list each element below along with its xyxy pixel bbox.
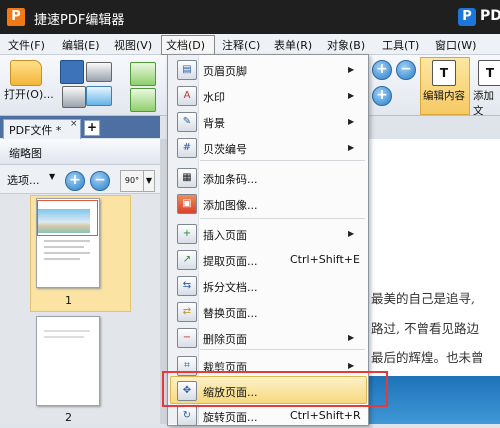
open-folder-icon[interactable] (10, 60, 42, 86)
zoom-out-toolbar-button[interactable]: − (396, 60, 416, 80)
split-document-icon: ⇆ (177, 276, 197, 296)
thumbnail-text-line (44, 246, 84, 248)
menu-window[interactable]: 窗口(W) (435, 37, 476, 53)
rotate-90-button[interactable]: 90° (120, 170, 144, 192)
menu-item-label: 提取页面... (203, 255, 258, 268)
add-image-icon: ▣ (177, 194, 197, 214)
thumbnail-zoom-out-button[interactable]: − (90, 171, 110, 191)
zoom-in-toolbar-button[interactable]: + (372, 60, 392, 80)
menu-tools[interactable]: 工具(T) (382, 37, 419, 53)
menu-item-label: 替换页面... (203, 307, 258, 320)
thumbnail-text-line (44, 240, 90, 242)
page-number-2: 2 (65, 411, 72, 424)
edit-content-label: 编辑内容 (423, 90, 465, 102)
thumbnail-text-line (44, 330, 90, 332)
page-number-1: 1 (65, 294, 72, 307)
watermark-icon: A (177, 86, 197, 106)
brand-text: PDF (480, 8, 500, 24)
menu-separator (200, 218, 365, 219)
document-text-line-1: 最美的自己是追寻, (371, 291, 475, 306)
menu-edit[interactable]: 编辑(E) (62, 37, 100, 53)
replace-page-icon: ⇄ (177, 302, 197, 322)
menu-document[interactable]: 文档(D) (166, 37, 205, 53)
menu-item-label: 删除页面 (203, 333, 247, 346)
menu-item-label: 添加图像... (203, 199, 258, 212)
menu-item-add-image[interactable] (168, 192, 367, 216)
print-icon[interactable] (86, 62, 112, 82)
menu-file[interactable]: 文件(F) (8, 37, 45, 53)
menu-item-label: 水印 (203, 91, 225, 104)
menu-item-insert-page[interactable] (168, 222, 367, 246)
menu-separator (200, 160, 365, 161)
submenu-arrow-icon: ▶ (348, 143, 355, 152)
document-text-line-3: 最后的辉煌。也未曾 (371, 350, 484, 365)
thumbnail-text-line (44, 336, 84, 338)
tab-pdf-file-label[interactable]: PDF文件 * (9, 122, 61, 138)
menu-item-add-barcode[interactable] (168, 166, 367, 190)
rotate-page-icon: ↻ (177, 406, 197, 426)
tab-close-icon[interactable]: × (70, 119, 78, 129)
rotate-chevron-icon[interactable]: ▼ (143, 170, 155, 192)
menu-item-label: 添加条码... (203, 173, 258, 186)
chevron-down-icon[interactable]: ▼ (49, 172, 55, 181)
menu-form[interactable]: 表单(R) (274, 37, 312, 53)
insert-page-icon: + (177, 224, 197, 244)
menu-comment[interactable]: 注释(C) (222, 37, 260, 53)
menu-item-bates-number[interactable] (168, 136, 367, 160)
submenu-arrow-icon: ▶ (348, 361, 355, 370)
submenu-arrow-icon: ▶ (348, 229, 355, 238)
panel-title: 缩略图 (9, 147, 42, 160)
fit-page-button[interactable]: + (372, 86, 392, 106)
menu-item-label: 插入页面 (203, 229, 247, 242)
submenu-arrow-icon: ▶ (348, 333, 355, 342)
menu-item-shortcut: Ctrl+Shift+R (290, 409, 361, 422)
barcode-icon: ▦ (177, 168, 197, 188)
email-icon[interactable] (86, 86, 112, 106)
menu-item-watermark[interactable] (168, 84, 367, 108)
menu-item-background[interactable] (168, 110, 367, 134)
window-title: 捷速PDF编辑器 (34, 13, 125, 28)
forward-icon[interactable] (130, 88, 156, 112)
bates-number-icon: # (177, 138, 197, 158)
menu-item-split-document[interactable] (168, 274, 367, 298)
menu-object[interactable]: 对象(B) (327, 37, 365, 53)
app-logo-icon: P (7, 8, 25, 26)
menu-view[interactable]: 视图(V) (114, 37, 152, 53)
menu-item-label: 拆分文档... (203, 281, 258, 294)
thumbnail-selection-box (37, 200, 98, 236)
submenu-arrow-icon: ▶ (348, 117, 355, 126)
save-icon[interactable] (60, 60, 84, 84)
submenu-arrow-icon: ▶ (348, 91, 355, 100)
submenu-arrow-icon: ▶ (348, 65, 355, 74)
options-dropdown[interactable]: 选项... (7, 172, 40, 188)
annotation-highlight-box (162, 371, 388, 407)
edit-content-icon: T (432, 60, 456, 86)
back-icon[interactable] (130, 62, 156, 86)
extract-page-icon: ↗ (177, 250, 197, 270)
delete-page-icon: − (177, 328, 197, 348)
menu-item-header-footer[interactable] (168, 58, 367, 82)
thumbnail-text-line (44, 252, 90, 254)
thumbnail-zoom-in-button[interactable]: + (65, 171, 85, 191)
document-text-line-2: 路过, 不曾看见路边 (371, 321, 479, 336)
new-tab-icon[interactable]: + (84, 120, 100, 136)
menu-item-shortcut: Ctrl+Shift+E (290, 253, 360, 266)
menu-item-replace-page[interactable] (168, 300, 367, 324)
background-icon: ✎ (177, 112, 197, 132)
menu-item-label: 贝茨编号 (203, 143, 247, 156)
menu-item-label: 旋转页面... (203, 411, 258, 424)
add-text-label[interactable]: 添加文 (473, 88, 500, 118)
menu-item-label: 背景 (203, 117, 225, 130)
thumbnail-text-line (44, 258, 80, 260)
header-footer-icon: ▤ (177, 60, 197, 80)
menu-item-delete-page[interactable] (168, 326, 367, 350)
menu-item-label: 页眉页脚 (203, 65, 247, 78)
brand-logo-icon: P (458, 8, 476, 26)
open-button-label[interactable]: 打开(O)... (4, 86, 54, 102)
add-text-icon[interactable]: T (478, 60, 500, 86)
scan-icon[interactable] (62, 86, 86, 108)
